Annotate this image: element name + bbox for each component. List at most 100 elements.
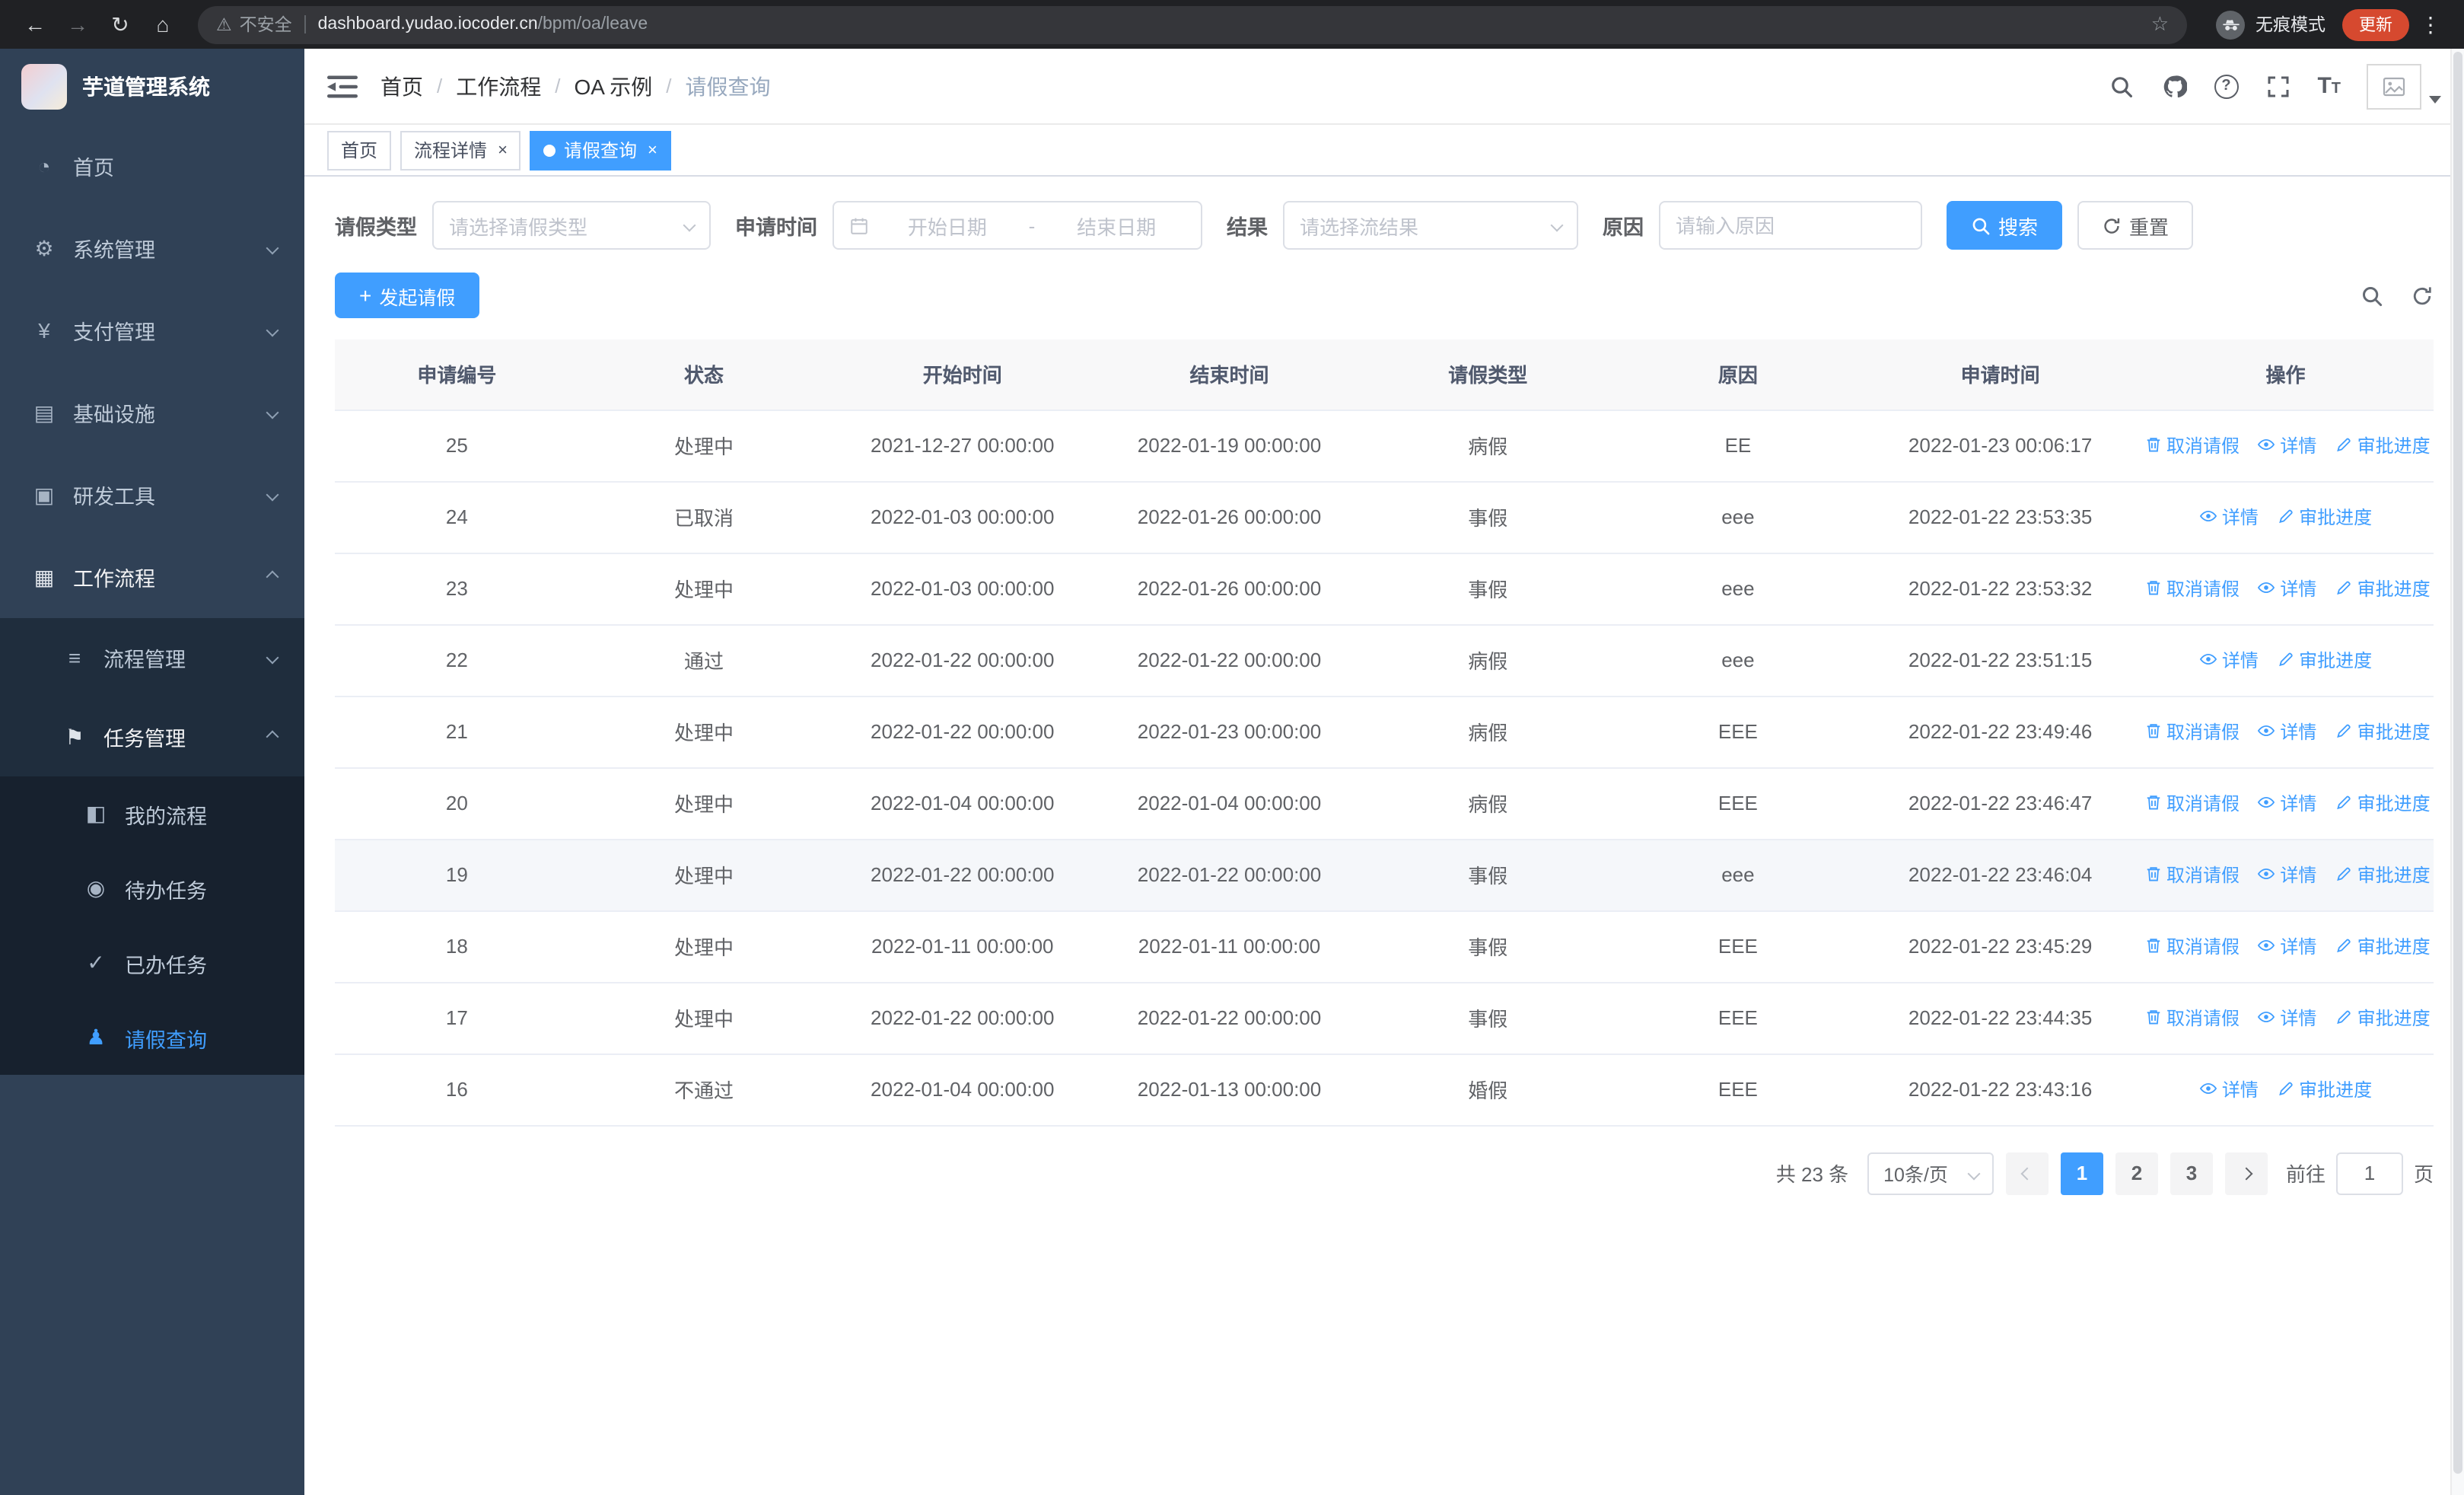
detail-link[interactable]: 详情 (2257, 432, 2316, 458)
search-icon[interactable] (2107, 72, 2135, 100)
sidebar-item-todo-tasks[interactable]: ◉ 待办任务 (0, 851, 304, 926)
sidebar-item-process-management[interactable]: ≡ 流程管理 (0, 618, 304, 697)
leave-type-select[interactable]: 请选择请假类型 (432, 201, 711, 250)
browser-update-button[interactable]: 更新 (2342, 8, 2409, 40)
cell-leave-type: 病假 (1362, 624, 1613, 696)
search-button[interactable]: 搜索 (1947, 201, 2063, 250)
github-icon[interactable] (2160, 72, 2188, 100)
approval-progress-link[interactable]: 审批进度 (2335, 575, 2431, 601)
close-icon[interactable]: × (498, 141, 508, 159)
sidebar-item-workflow[interactable]: ▦ 工作流程 (0, 536, 304, 618)
create-leave-button[interactable]: + 发起请假 (335, 273, 480, 318)
col-apply-time: 申请时间 (1863, 339, 2138, 410)
scrollbar-thumb[interactable] (2453, 52, 2462, 1474)
user-avatar-menu[interactable] (2367, 63, 2441, 109)
sidebar-item-task-management[interactable]: ⚑ 任务管理 (0, 697, 304, 776)
browser-forward-button[interactable]: → (58, 5, 97, 44)
cell-operations: 取消请假 详情 审批进度 (2138, 410, 2434, 482)
cell-leave-type: 事假 (1362, 481, 1613, 553)
sidebar-item-system-management[interactable]: ⚙ 系统管理 (0, 207, 304, 289)
next-page-button[interactable] (2224, 1152, 2268, 1194)
tab-home[interactable]: 首页 (327, 130, 392, 170)
leave-type-label: 请假类型 (335, 216, 417, 239)
cell-leave-type: 事假 (1362, 982, 1613, 1054)
approval-progress-link[interactable]: 审批进度 (2335, 432, 2431, 458)
sidebar-item-home[interactable]: ◔ 首页 (0, 125, 304, 207)
breadcrumb-item[interactable]: OA 示例 (575, 71, 653, 101)
reason-input-wrap (1659, 201, 1922, 250)
reset-button[interactable]: 重置 (2077, 201, 2194, 250)
tab-leave-query[interactable]: 请假查询 × (530, 130, 671, 170)
sidebar-item-infrastructure[interactable]: ▤ 基础设施 (0, 371, 304, 454)
cancel-leave-link[interactable]: 取消请假 (2144, 862, 2240, 888)
detail-link[interactable]: 详情 (2199, 647, 2259, 673)
browser-back-button[interactable]: ← (15, 5, 55, 44)
help-icon[interactable]: ? (2214, 74, 2239, 98)
reason-input[interactable] (1676, 214, 1905, 237)
cancel-leave-link[interactable]: 取消请假 (2144, 432, 2240, 458)
detail-link[interactable]: 详情 (2257, 790, 2316, 816)
approval-progress-link[interactable]: 审批进度 (2276, 504, 2372, 530)
approval-progress-link[interactable]: 审批进度 (2335, 790, 2431, 816)
page-button-2[interactable]: 2 (2115, 1152, 2158, 1194)
col-apply-id: 申请编号 (335, 339, 579, 410)
cancel-leave-link[interactable]: 取消请假 (2144, 933, 2240, 959)
sidebar-item-dev-tools[interactable]: ▣ 研发工具 (0, 454, 304, 536)
approval-progress-link[interactable]: 审批进度 (2276, 647, 2372, 673)
breadcrumb-item[interactable]: 工作流程 (456, 71, 541, 101)
breadcrumb-item[interactable]: 首页 (380, 71, 423, 101)
detail-link[interactable]: 详情 (2257, 575, 2316, 601)
close-icon[interactable]: × (648, 141, 657, 159)
cancel-leave-link[interactable]: 取消请假 (2144, 790, 2240, 816)
detail-link[interactable]: 详情 (2257, 719, 2316, 744)
cell-apply-id: 20 (335, 767, 579, 840)
page-button-3[interactable]: 3 (2170, 1152, 2213, 1194)
refresh-table-icon[interactable] (2411, 284, 2434, 307)
browser-reload-button[interactable]: ↻ (100, 5, 140, 44)
tab-process-detail[interactable]: 流程详情 × (400, 130, 521, 170)
cell-apply-time: 2022-01-22 23:53:32 (1863, 553, 2138, 625)
sidebar-logo[interactable]: 芋道管理系统 (0, 49, 304, 125)
page-button-1[interactable]: 1 (2060, 1152, 2103, 1194)
page-size-select[interactable]: 10条/页 (1867, 1152, 1994, 1194)
filter-form: 请假类型 请选择请假类型 申请时间 开始日期 - 结束日期 结果 请选择流结果 … (335, 201, 2434, 250)
browser-menu-icon[interactable]: ⋮ (2412, 11, 2449, 37)
detail-link[interactable]: 详情 (2257, 862, 2316, 888)
approval-progress-link[interactable]: 审批进度 (2335, 719, 2431, 744)
detail-link[interactable]: 详情 (2257, 1005, 2316, 1031)
cell-end-time: 2022-01-19 00:00:00 (1096, 410, 1363, 482)
cancel-leave-link[interactable]: 取消请假 (2144, 1005, 2240, 1031)
apply-time-range-picker[interactable]: 开始日期 - 结束日期 (832, 201, 1202, 250)
collapse-sidebar-icon[interactable] (327, 71, 358, 101)
toggle-search-icon[interactable] (2361, 284, 2383, 307)
result-select[interactable]: 请选择流结果 (1283, 201, 1578, 250)
browser-home-button[interactable]: ⌂ (143, 5, 183, 44)
cell-start-time: 2022-01-04 00:00:00 (829, 767, 1097, 840)
eye-icon (2257, 794, 2275, 812)
prev-page-button[interactable] (2005, 1152, 2049, 1194)
security-warning[interactable]: ⚠ 不安全 (216, 12, 292, 37)
sidebar-item-leave-query[interactable]: ♟ 请假查询 (0, 1000, 304, 1075)
approval-progress-link[interactable]: 审批进度 (2335, 933, 2431, 959)
address-bar[interactable]: ⚠ 不安全 dashboard.yudao.iocoder.cn/bpm/oa/… (198, 5, 2187, 43)
approval-progress-link[interactable]: 审批进度 (2335, 1005, 2431, 1031)
goto-page-input[interactable] (2335, 1152, 2403, 1194)
sidebar-item-done-tasks[interactable]: ✓ 已办任务 (0, 926, 304, 1000)
sidebar-item-my-processes[interactable]: ◧ 我的流程 (0, 776, 304, 851)
fullscreen-icon[interactable] (2264, 72, 2291, 100)
font-size-icon[interactable]: TT (2317, 73, 2341, 99)
cancel-leave-link[interactable]: 取消请假 (2144, 719, 2240, 744)
approval-progress-link[interactable]: 审批进度 (2335, 862, 2431, 888)
cell-operations: 取消请假 详情 审批进度 (2138, 767, 2434, 840)
cancel-leave-link[interactable]: 取消请假 (2144, 575, 2240, 601)
cell-apply-id: 16 (335, 1054, 579, 1126)
detail-link[interactable]: 详情 (2199, 1076, 2259, 1102)
scrollbar[interactable] (2450, 49, 2464, 1495)
pen-icon (2335, 865, 2353, 884)
bookmark-star-icon[interactable]: ☆ (2151, 12, 2169, 37)
approval-progress-link[interactable]: 审批进度 (2276, 1076, 2372, 1102)
chat-bubble-icon: ◧ (85, 801, 107, 825)
sidebar-item-payment-management[interactable]: ¥ 支付管理 (0, 289, 304, 371)
detail-link[interactable]: 详情 (2199, 504, 2259, 530)
detail-link[interactable]: 详情 (2257, 933, 2316, 959)
